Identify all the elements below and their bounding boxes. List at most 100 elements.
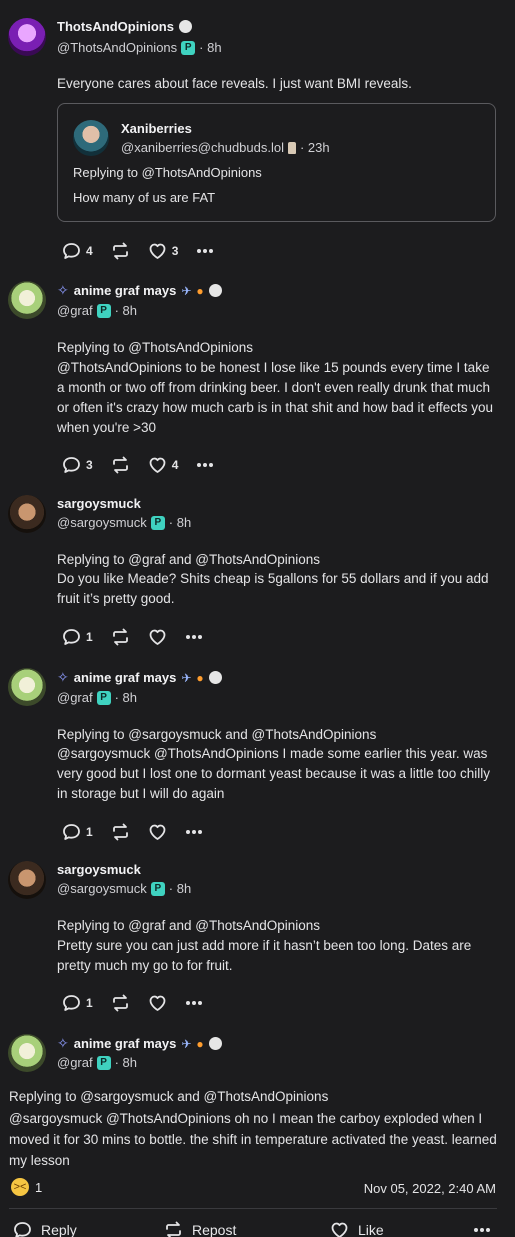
repost-button[interactable] — [111, 242, 130, 260]
post-sargoysmuck-1: sargoysmuck @sargoysmuck P · 8h Replying… — [0, 482, 515, 662]
status-dot-icon — [178, 20, 192, 33]
quote-replying-to: Replying to @ThotsAndOpinions — [73, 165, 262, 180]
post-time: · 8h — [114, 303, 138, 318]
more-button[interactable] — [185, 829, 203, 835]
author-name[interactable]: ThotsAndOpinions — [57, 19, 174, 34]
avatar[interactable] — [8, 495, 46, 533]
post-text: Everyone cares about face reveals. I jus… — [57, 76, 412, 91]
status-dot-icon — [208, 284, 222, 297]
handle-row: @ThotsAndOpinions P · 8h — [57, 40, 222, 55]
like-label: Like — [358, 1222, 384, 1237]
heart-icon — [331, 1222, 348, 1237]
p-badge-icon: P — [150, 515, 165, 530]
avatar — [73, 120, 109, 156]
post-graf-1: ✧ anime graf mays ✈ ● @graf P · 8h Reply… — [0, 270, 515, 482]
repost-action[interactable]: Repost — [164, 1221, 236, 1237]
author-handle[interactable]: @sargoysmuck — [57, 515, 147, 530]
post-actions: 1 — [62, 994, 221, 1012]
quote-handle-row: @xaniberries@chudbuds.lol · 23h — [121, 140, 330, 155]
author-name[interactable]: sargoysmuck — [57, 862, 141, 877]
author-handle[interactable]: @graf — [57, 1055, 93, 1070]
author-name[interactable]: sargoysmuck — [57, 496, 141, 511]
post-actions: 4 3 — [62, 242, 232, 260]
ai-sparkle-icon: ✧ — [57, 282, 69, 298]
more-action[interactable] — [473, 1227, 491, 1233]
like-button[interactable] — [148, 628, 167, 646]
post-actions: 1 — [62, 823, 221, 841]
replying-to: Replying to @ThotsAndOpinions — [57, 340, 254, 355]
post-text: @sargoysmuck @ThotsAndOpinions oh no I m… — [9, 1111, 497, 1168]
author-handle[interactable]: @graf — [57, 690, 93, 705]
more-button[interactable] — [185, 1000, 203, 1006]
post-time: · 8h — [168, 881, 192, 896]
reply-icon — [63, 629, 80, 645]
repost-icon — [112, 823, 128, 841]
author-row: sargoysmuck — [57, 496, 141, 511]
repost-button[interactable] — [111, 456, 130, 474]
author-row: ✧ anime graf mays ✈ ● — [57, 669, 222, 686]
like-action[interactable]: Like — [330, 1221, 384, 1237]
repost-button[interactable] — [111, 823, 130, 841]
reply-count: 1 — [86, 996, 93, 1010]
author-name[interactable]: anime graf mays — [74, 283, 177, 298]
post-text: Do you like Meade? Shits cheap is 5gallo… — [57, 571, 489, 606]
reaction-count: 1 — [35, 1179, 43, 1195]
post-thots: ThotsAndOpinions @ThotsAndOpinions P · 8… — [0, 0, 515, 270]
heart-icon — [149, 995, 166, 1011]
repost-icon — [166, 1221, 181, 1237]
handle-row: @sargoysmuck P · 8h — [57, 515, 191, 530]
reaction-chip[interactable]: >< 1 — [11, 1178, 42, 1196]
avatar[interactable] — [8, 281, 46, 319]
satellite-icon: ✈ — [181, 670, 192, 685]
handle-row: @graf P · 8h — [57, 690, 137, 705]
p-badge-icon: P — [150, 881, 165, 896]
post-time: · 8h — [199, 40, 222, 55]
author-name[interactable]: anime graf mays — [74, 670, 177, 685]
handle-row: @sargoysmuck P · 8h — [57, 881, 191, 896]
repost-button[interactable] — [111, 994, 130, 1012]
reply-count: 1 — [86, 630, 93, 644]
weary-face-icon: >< — [11, 1178, 29, 1196]
author-row: ThotsAndOpinions — [57, 19, 192, 34]
author-name[interactable]: anime graf mays — [74, 1036, 177, 1051]
author-handle[interactable]: @graf — [57, 303, 93, 318]
author-row: sargoysmuck — [57, 862, 141, 877]
reply-action[interactable]: Reply — [13, 1221, 77, 1237]
reply-icon — [63, 824, 80, 840]
reply-button[interactable]: 4 — [62, 242, 93, 260]
divider — [9, 1208, 497, 1209]
avatar[interactable] — [8, 668, 46, 706]
more-button[interactable] — [196, 462, 214, 468]
like-button[interactable] — [148, 823, 167, 841]
reply-count: 1 — [86, 825, 93, 839]
post-graf-2: ✧ anime graf mays ✈ ● @graf P · 8h Reply… — [0, 662, 515, 850]
repost-icon — [112, 242, 128, 260]
reply-button[interactable]: 1 — [62, 994, 93, 1012]
reply-icon — [63, 457, 80, 473]
p-badge-icon: P — [181, 40, 196, 55]
reply-count: 4 — [86, 244, 93, 258]
author-handle[interactable]: @ThotsAndOpinions — [57, 40, 177, 55]
replying-to: Replying to @graf and @ThotsAndOpinions — [57, 552, 321, 567]
more-icon — [185, 635, 202, 639]
reply-button[interactable]: 3 — [62, 456, 93, 474]
quote-author-handle: @xaniberries@chudbuds.lol — [121, 140, 284, 155]
repost-icon — [112, 628, 128, 646]
author-handle[interactable]: @sargoysmuck — [57, 881, 147, 896]
reply-button[interactable]: 1 — [62, 628, 93, 646]
avatar[interactable] — [8, 861, 46, 899]
reply-icon — [63, 243, 80, 259]
like-button[interactable] — [148, 994, 167, 1012]
avatar[interactable] — [8, 1034, 46, 1072]
more-icon — [185, 830, 202, 834]
more-button[interactable] — [196, 248, 214, 254]
more-button[interactable] — [185, 634, 203, 640]
reply-button[interactable]: 1 — [62, 823, 93, 841]
like-button[interactable]: 3 — [148, 242, 178, 260]
avatar[interactable] — [8, 18, 46, 56]
quoted-post[interactable]: Xaniberries @xaniberries@chudbuds.lol · … — [57, 103, 496, 222]
like-button[interactable]: 4 — [148, 456, 178, 474]
repost-button[interactable] — [111, 628, 130, 646]
post-time: · 8h — [114, 690, 138, 705]
more-icon — [474, 1228, 490, 1232]
